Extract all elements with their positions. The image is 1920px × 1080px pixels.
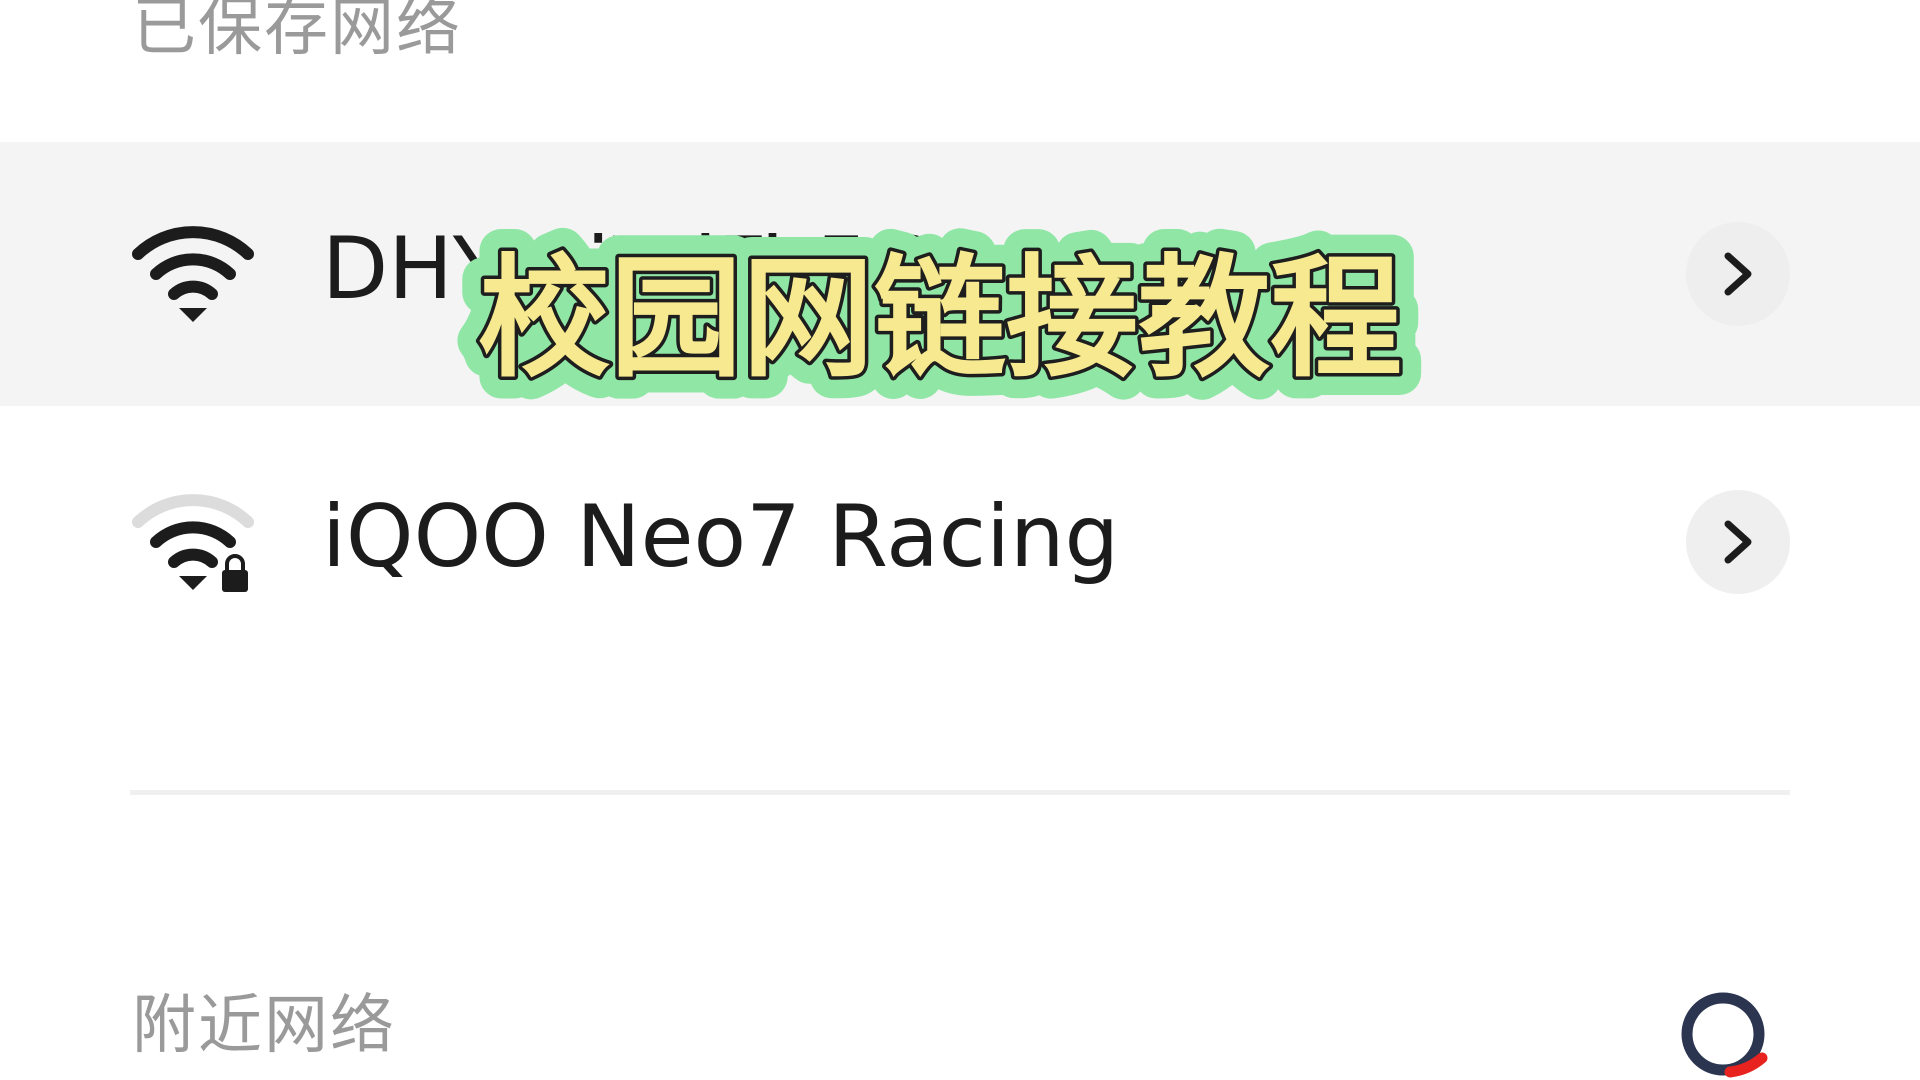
nearby-networks-title: 附近网络 [132,989,396,1063]
screen-edge-curve [0,0,25,60]
saved-networks-title: 已保存网络 [132,0,462,65]
wifi-icon [132,226,254,322]
video-caption-overlay: 校园网链接教程 校园网链接教程 [456,224,1424,418]
caption-text: 校园网链接教程 [478,242,1402,396]
saved-network-row[interactable]: iQOO Neo7 Racing [0,410,1920,674]
network-details-button[interactable] [1686,490,1790,594]
loading-spinner-icon [1681,992,1768,1078]
wifi-settings-screen: 已保存网络 DHY-CiWiFi-5G iQOO Neo7 Racing 附近网… [0,0,1920,1080]
network-ssid: iQOO Neo7 Racing [322,487,1120,587]
chevron-right-icon [1724,520,1752,564]
network-details-button[interactable] [1686,222,1790,326]
section-divider [130,790,1790,795]
chevron-right-icon [1724,252,1752,296]
wifi-lock-icon [132,494,254,592]
